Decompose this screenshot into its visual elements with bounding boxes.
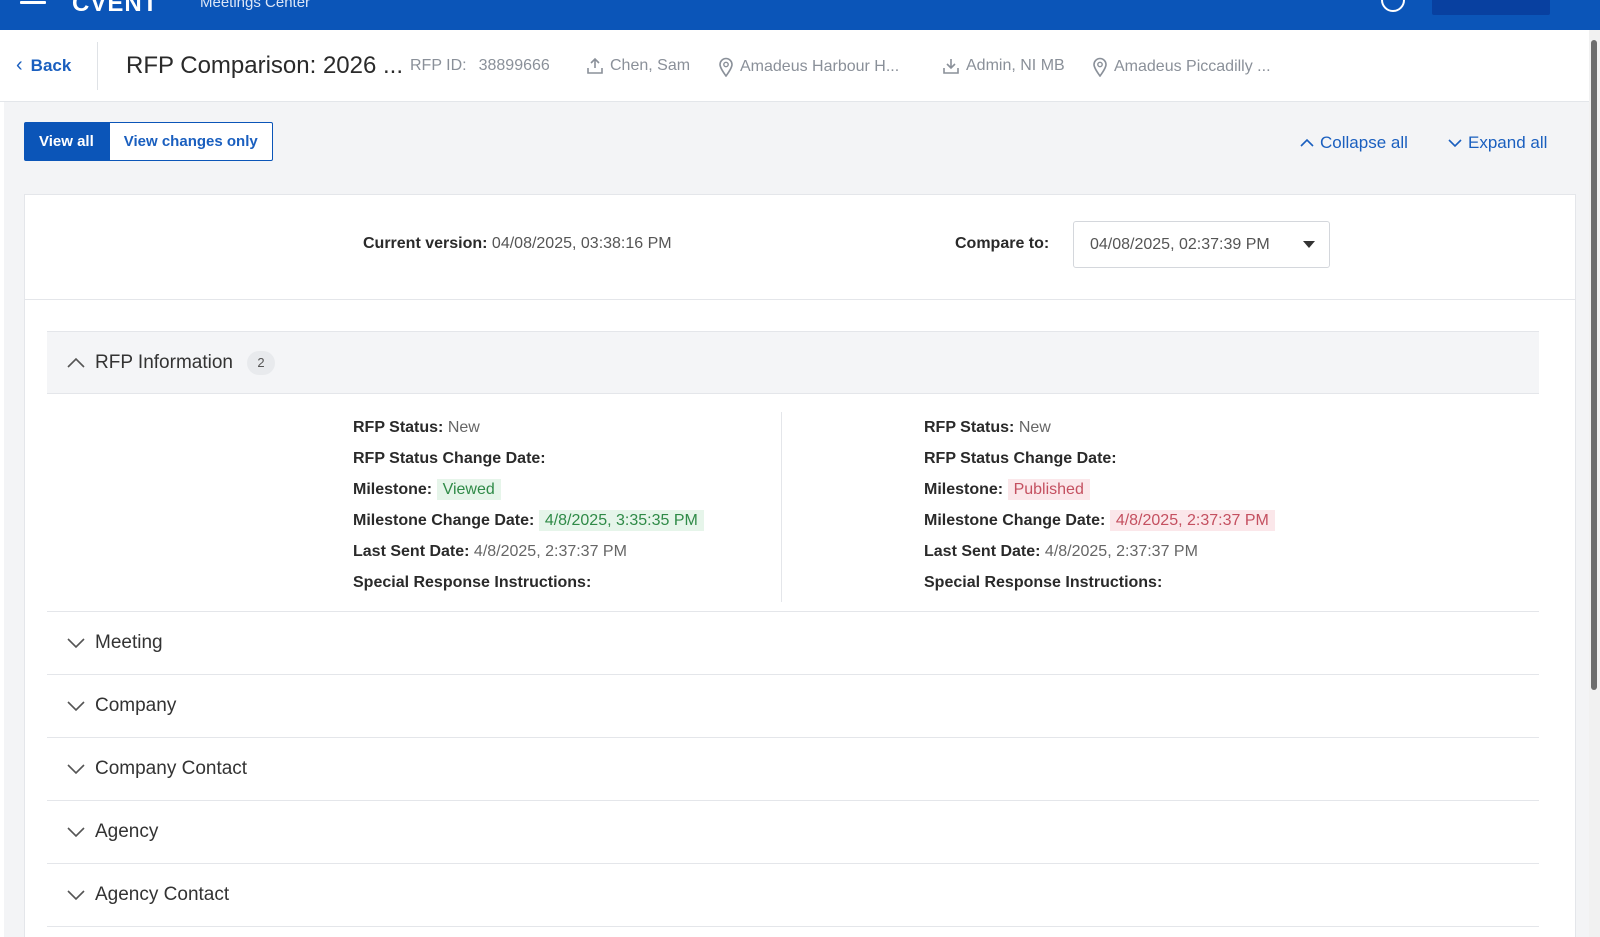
removed-value: Published bbox=[1007, 479, 1090, 500]
help-icon[interactable] bbox=[1381, 0, 1405, 12]
top-navigation-bar: CVENT Meetings Center bbox=[0, 0, 1600, 30]
field-rfp-status-change-date: RFP Status Change Date: bbox=[924, 450, 1117, 467]
column-divider bbox=[781, 412, 782, 602]
location-pin-icon bbox=[719, 57, 733, 77]
expand-all-label: Expand all bbox=[1468, 133, 1548, 152]
download-icon bbox=[943, 59, 959, 74]
change-count-badge: 2 bbox=[246, 350, 275, 375]
expand-all-button[interactable]: Expand all bbox=[1448, 133, 1547, 153]
compare-to-label: Compare to: bbox=[955, 235, 1050, 252]
section-header-company-contact[interactable]: Company Contact bbox=[47, 738, 1539, 801]
chevron-up-icon bbox=[67, 357, 85, 368]
section-header-agency-contact[interactable]: Agency Contact bbox=[47, 864, 1539, 927]
rfp-id-value: 38899666 bbox=[478, 57, 550, 74]
section-title: Agency Contact bbox=[95, 884, 230, 905]
brand-logo: CVENT bbox=[72, 0, 159, 17]
chevron-down-icon bbox=[67, 764, 85, 775]
venue-primary-name: Amadeus Harbour H... bbox=[740, 58, 900, 75]
field-special-response-instructions: Special Response Instructions: bbox=[924, 574, 1163, 591]
view-all-button[interactable]: View all bbox=[24, 122, 109, 161]
version-selector-row: Current version: 04/08/2025, 03:38:16 PM… bbox=[25, 195, 1575, 300]
view-toggle: View all View changes only bbox=[24, 122, 273, 161]
field-milestone-change-date: Milestone Change Date: 4/8/2025, 2:37:37… bbox=[924, 505, 1275, 536]
chevron-down-icon bbox=[67, 638, 85, 649]
header-divider bbox=[97, 42, 98, 90]
added-value: 4/8/2025, 3:35:35 PM bbox=[538, 510, 704, 531]
vertical-scrollbar[interactable] bbox=[1589, 30, 1600, 937]
chevron-down-icon bbox=[67, 890, 85, 901]
sender: Chen, Sam bbox=[586, 57, 690, 75]
scrollbar-thumb[interactable] bbox=[1591, 40, 1597, 690]
view-changes-only-button[interactable]: View changes only bbox=[108, 122, 273, 161]
current-version-label: Current version: bbox=[363, 235, 488, 252]
main-content: View all View changes only Collapse all … bbox=[4, 102, 1589, 937]
back-button[interactable]: ‹ Back bbox=[16, 54, 71, 77]
section-title: Agency bbox=[95, 821, 159, 842]
current-version-column: RFP Status: New RFP Status Change Date: … bbox=[353, 412, 704, 598]
field-milestone: Milestone: Viewed bbox=[353, 474, 704, 505]
collapse-all-label: Collapse all bbox=[1320, 133, 1408, 152]
current-version: Current version: 04/08/2025, 03:38:16 PM bbox=[363, 235, 672, 253]
field-last-sent-date: Last Sent Date: 4/8/2025, 2:37:37 PM bbox=[924, 543, 1198, 560]
section-title: RFP Information bbox=[95, 351, 233, 373]
section-title: Meeting bbox=[95, 632, 163, 653]
recipient-name: Admin, NI MB bbox=[966, 57, 1065, 74]
field-rfp-status: RFP Status: New bbox=[353, 419, 480, 436]
top-action-button[interactable] bbox=[1432, 0, 1550, 15]
sender-name: Chen, Sam bbox=[610, 57, 691, 74]
caret-down-icon bbox=[1303, 241, 1315, 248]
venue-secondary-name: Amadeus Piccadilly ... bbox=[1114, 58, 1271, 75]
chevron-down-icon bbox=[67, 827, 85, 838]
compare-to-dropdown[interactable]: 04/08/2025, 02:37:39 PM bbox=[1073, 221, 1330, 268]
upload-icon bbox=[587, 57, 603, 74]
comparison-panel: Current version: 04/08/2025, 03:38:16 PM… bbox=[24, 194, 1576, 937]
page-title: RFP Comparison: 2026 ... bbox=[126, 52, 404, 79]
chevron-down-icon bbox=[1448, 139, 1462, 148]
added-value: Viewed bbox=[436, 479, 501, 500]
brand-subtitle: Meetings Center bbox=[200, 0, 311, 11]
section-title: Company Contact bbox=[95, 758, 248, 779]
removed-value: 4/8/2025, 2:37:37 PM bbox=[1109, 510, 1275, 531]
page-header: ‹ Back RFP Comparison: 2026 ... RFP ID: … bbox=[0, 30, 1590, 102]
comparison-sections: RFP Information 2 RFP Status: New RFP St… bbox=[47, 331, 1539, 927]
chevron-down-icon bbox=[67, 701, 85, 712]
compare-to-value: 04/08/2025, 02:37:39 PM bbox=[1090, 236, 1270, 253]
back-label: Back bbox=[30, 55, 72, 75]
section-title: Company bbox=[95, 695, 177, 716]
compare-version-column: RFP Status: New RFP Status Change Date: … bbox=[924, 412, 1275, 598]
section-header-company[interactable]: Company bbox=[47, 675, 1539, 738]
rfp-id: RFP ID: 38899666 bbox=[410, 57, 550, 75]
chevron-left-icon: ‹ bbox=[16, 54, 23, 76]
field-special-response-instructions: Special Response Instructions: bbox=[353, 574, 592, 591]
field-rfp-status-change-date: RFP Status Change Date: bbox=[353, 450, 546, 467]
section-header-meeting[interactable]: Meeting bbox=[47, 612, 1539, 675]
collapse-all-button[interactable]: Collapse all bbox=[1300, 133, 1408, 153]
rfp-id-label: RFP ID: bbox=[410, 57, 467, 74]
section-header-rfp-information[interactable]: RFP Information 2 bbox=[47, 331, 1539, 394]
chevron-up-icon bbox=[1300, 138, 1314, 147]
venue-primary: Amadeus Harbour H... bbox=[718, 57, 899, 77]
current-version-value: 04/08/2025, 03:38:16 PM bbox=[491, 235, 672, 252]
location-pin-icon bbox=[1093, 57, 1107, 77]
section-header-agency[interactable]: Agency bbox=[47, 801, 1539, 864]
recipient: Admin, NI MB bbox=[942, 57, 1065, 75]
rfp-information-body: RFP Status: New RFP Status Change Date: … bbox=[47, 394, 1539, 612]
venue-secondary: Amadeus Piccadilly ... bbox=[1092, 57, 1271, 77]
field-milestone-change-date: Milestone Change Date: 4/8/2025, 3:35:35… bbox=[353, 505, 704, 536]
hamburger-menu-icon[interactable] bbox=[20, 0, 46, 8]
field-rfp-status: RFP Status: New bbox=[924, 419, 1051, 436]
field-milestone: Milestone: Published bbox=[924, 474, 1275, 505]
field-last-sent-date: Last Sent Date: 4/8/2025, 2:37:37 PM bbox=[353, 543, 627, 560]
